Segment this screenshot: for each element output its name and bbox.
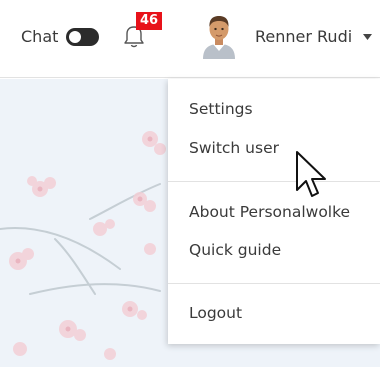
top-bar: Chat 46 Renner Rudi <box>0 0 380 78</box>
chat-toggle-knob <box>69 31 81 43</box>
chat-label: Chat <box>21 27 59 46</box>
page: Chat 46 Renner Rudi Settings Switch user… <box>0 0 380 367</box>
menu-item-logout[interactable]: Logout <box>168 297 380 329</box>
menu-divider <box>168 181 380 182</box>
notification-count-badge: 46 <box>136 12 162 30</box>
menu-item-settings[interactable]: Settings <box>168 93 380 125</box>
avatar[interactable] <box>199 13 239 59</box>
user-dropdown-menu: Settings Switch user About Personalwolke… <box>168 79 380 344</box>
user-name[interactable]: Renner Rudi <box>255 27 352 46</box>
menu-item-about[interactable]: About Personalwolke <box>168 196 380 228</box>
chat-toggle[interactable] <box>66 28 99 46</box>
menu-item-quick-guide[interactable]: Quick guide <box>168 234 380 266</box>
menu-item-switch-user[interactable]: Switch user <box>168 132 380 164</box>
user-avatar-icon <box>203 16 235 59</box>
caret-down-icon[interactable] <box>363 34 372 40</box>
menu-divider <box>168 283 380 284</box>
